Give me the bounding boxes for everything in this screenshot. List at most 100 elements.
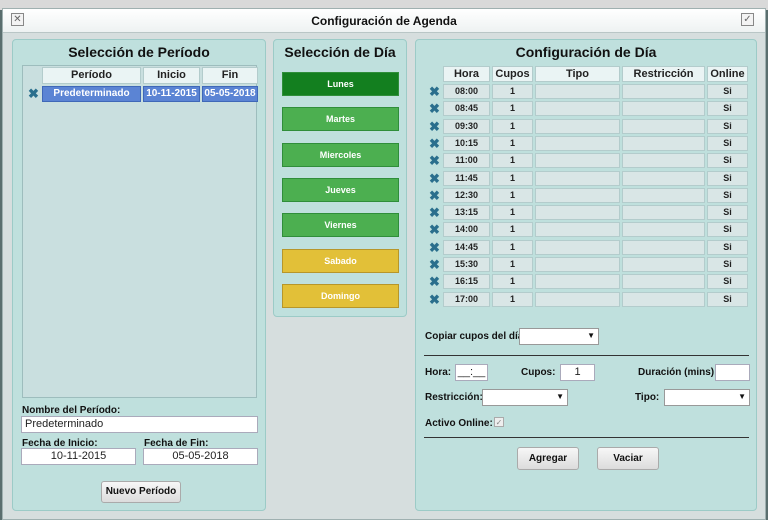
row-cupos[interactable]: 1 (492, 153, 533, 169)
nuevo-periodo-button[interactable]: Nuevo Período (101, 481, 181, 503)
periodo-row-nombre[interactable]: Predeterminado (42, 86, 141, 102)
row-cupos[interactable]: 1 (492, 187, 533, 203)
row-tipo[interactable] (535, 205, 620, 221)
row-restriccion[interactable] (622, 118, 705, 134)
row-online[interactable]: Si (707, 118, 748, 134)
row-hora[interactable]: 09:30 (443, 118, 490, 134)
day-button-domingo[interactable]: Domingo (282, 283, 399, 308)
row-restriccion[interactable] (622, 170, 705, 186)
row-cupos[interactable]: 1 (492, 135, 533, 151)
row-restriccion[interactable] (622, 257, 705, 272)
remove-x-icon[interactable]: ✖ (429, 189, 440, 202)
row-restriccion[interactable] (622, 153, 705, 169)
row-hora[interactable]: 11:45 (443, 170, 490, 186)
row-online[interactable]: Si (707, 205, 748, 221)
vaciar-button[interactable]: Vaciar (597, 447, 659, 470)
row-restriccion[interactable] (622, 274, 705, 290)
row-restriccion[interactable] (622, 187, 705, 203)
day-button-viernes[interactable]: Viernes (282, 213, 399, 238)
remove-x-icon[interactable]: ✖ (429, 172, 440, 185)
remove-x-icon[interactable]: ✖ (429, 102, 440, 115)
cupos-field[interactable]: 1 (560, 364, 595, 381)
day-button-sabado[interactable]: Sabado (282, 248, 399, 273)
tipo-select[interactable]: ▼ (664, 389, 750, 406)
row-tipo[interactable] (535, 153, 620, 169)
row-tipo[interactable] (535, 257, 620, 272)
remove-x-icon[interactable]: ✖ (429, 241, 440, 254)
row-hora[interactable]: 14:45 (443, 239, 490, 255)
row-hora[interactable]: 11:00 (443, 153, 490, 169)
remove-x-icon[interactable]: ✖ (429, 275, 440, 288)
remove-x-icon[interactable]: ✖ (429, 120, 440, 133)
row-tipo[interactable] (535, 84, 620, 99)
row-tipo[interactable] (535, 239, 620, 255)
fin-field[interactable]: 05-05-2018 (143, 448, 258, 465)
duracion-field[interactable] (715, 364, 750, 381)
row-hora[interactable]: 10:15 (443, 135, 490, 151)
remove-x-icon[interactable]: ✖ (429, 154, 440, 167)
restriccion-select[interactable]: ▼ (482, 389, 568, 406)
row-online[interactable]: Si (707, 84, 748, 99)
row-hora[interactable]: 08:45 (443, 101, 490, 117)
row-tipo[interactable] (535, 274, 620, 290)
row-cupos[interactable]: 1 (492, 84, 533, 99)
row-cupos[interactable]: 1 (492, 205, 533, 221)
inicio-field[interactable]: 10-11-2015 (21, 448, 136, 465)
activo-checkbox[interactable]: ✓ (494, 417, 504, 427)
row-hora[interactable]: 16:15 (443, 274, 490, 290)
remove-x-icon[interactable]: ✖ (429, 85, 440, 98)
day-button-miercoles[interactable]: Miercoles (282, 142, 399, 167)
row-online[interactable]: Si (707, 170, 748, 186)
row-cupos[interactable]: 1 (492, 239, 533, 255)
periodo-row-fin[interactable]: 05-05-2018 (202, 86, 258, 102)
row-tipo[interactable] (535, 170, 620, 186)
col-restriccion[interactable]: Restricción (622, 66, 705, 82)
col-fin[interactable]: Fin (202, 67, 258, 84)
row-cupos[interactable]: 1 (492, 118, 533, 134)
row-tipo[interactable] (535, 135, 620, 151)
agregar-button[interactable]: Agregar (517, 447, 579, 470)
row-online[interactable]: Si (707, 239, 748, 255)
row-cupos[interactable]: 1 (492, 101, 533, 117)
row-tipo[interactable] (535, 222, 620, 238)
col-inicio[interactable]: Inicio (143, 67, 200, 84)
row-restriccion[interactable] (622, 239, 705, 255)
periodo-row-inicio[interactable]: 10-11-2015 (143, 86, 200, 102)
row-hora[interactable]: 08:00 (443, 84, 490, 99)
nombre-field[interactable]: Predeterminado (21, 416, 258, 433)
day-button-martes[interactable]: Martes (282, 107, 399, 132)
row-cupos[interactable]: 1 (492, 291, 533, 307)
row-online[interactable]: Si (707, 153, 748, 169)
remove-x-icon[interactable]: ✖ (429, 137, 440, 150)
remove-x-icon[interactable]: ✖ (28, 87, 39, 100)
check-icon[interactable]: ✓ (741, 13, 754, 26)
row-restriccion[interactable] (622, 291, 705, 307)
row-hora[interactable]: 13:15 (443, 205, 490, 221)
row-restriccion[interactable] (622, 135, 705, 151)
day-button-lunes[interactable]: Lunes (282, 72, 399, 96)
row-hora[interactable]: 12:30 (443, 187, 490, 203)
col-periodo[interactable]: Período (42, 67, 141, 84)
row-online[interactable]: Si (707, 187, 748, 203)
row-restriccion[interactable] (622, 84, 705, 99)
col-online[interactable]: Online (707, 66, 748, 82)
row-tipo[interactable] (535, 187, 620, 203)
row-tipo[interactable] (535, 101, 620, 117)
remove-x-icon[interactable]: ✖ (429, 293, 440, 306)
row-restriccion[interactable] (622, 101, 705, 117)
row-cupos[interactable]: 1 (492, 274, 533, 290)
row-online[interactable]: Si (707, 291, 748, 307)
row-tipo[interactable] (535, 291, 620, 307)
row-hora[interactable]: 17:00 (443, 291, 490, 307)
row-cupos[interactable]: 1 (492, 257, 533, 272)
hora-field[interactable]: __:__ (455, 364, 488, 381)
col-cupos[interactable]: Cupos (492, 66, 533, 82)
remove-x-icon[interactable]: ✖ (429, 206, 440, 219)
col-tipo[interactable]: Tipo (535, 66, 620, 82)
row-online[interactable]: Si (707, 135, 748, 151)
row-restriccion[interactable] (622, 222, 705, 238)
row-online[interactable]: Si (707, 257, 748, 272)
day-button-jueves[interactable]: Jueves (282, 177, 399, 202)
row-cupos[interactable]: 1 (492, 170, 533, 186)
copiar-select[interactable]: ▼ (519, 328, 599, 345)
